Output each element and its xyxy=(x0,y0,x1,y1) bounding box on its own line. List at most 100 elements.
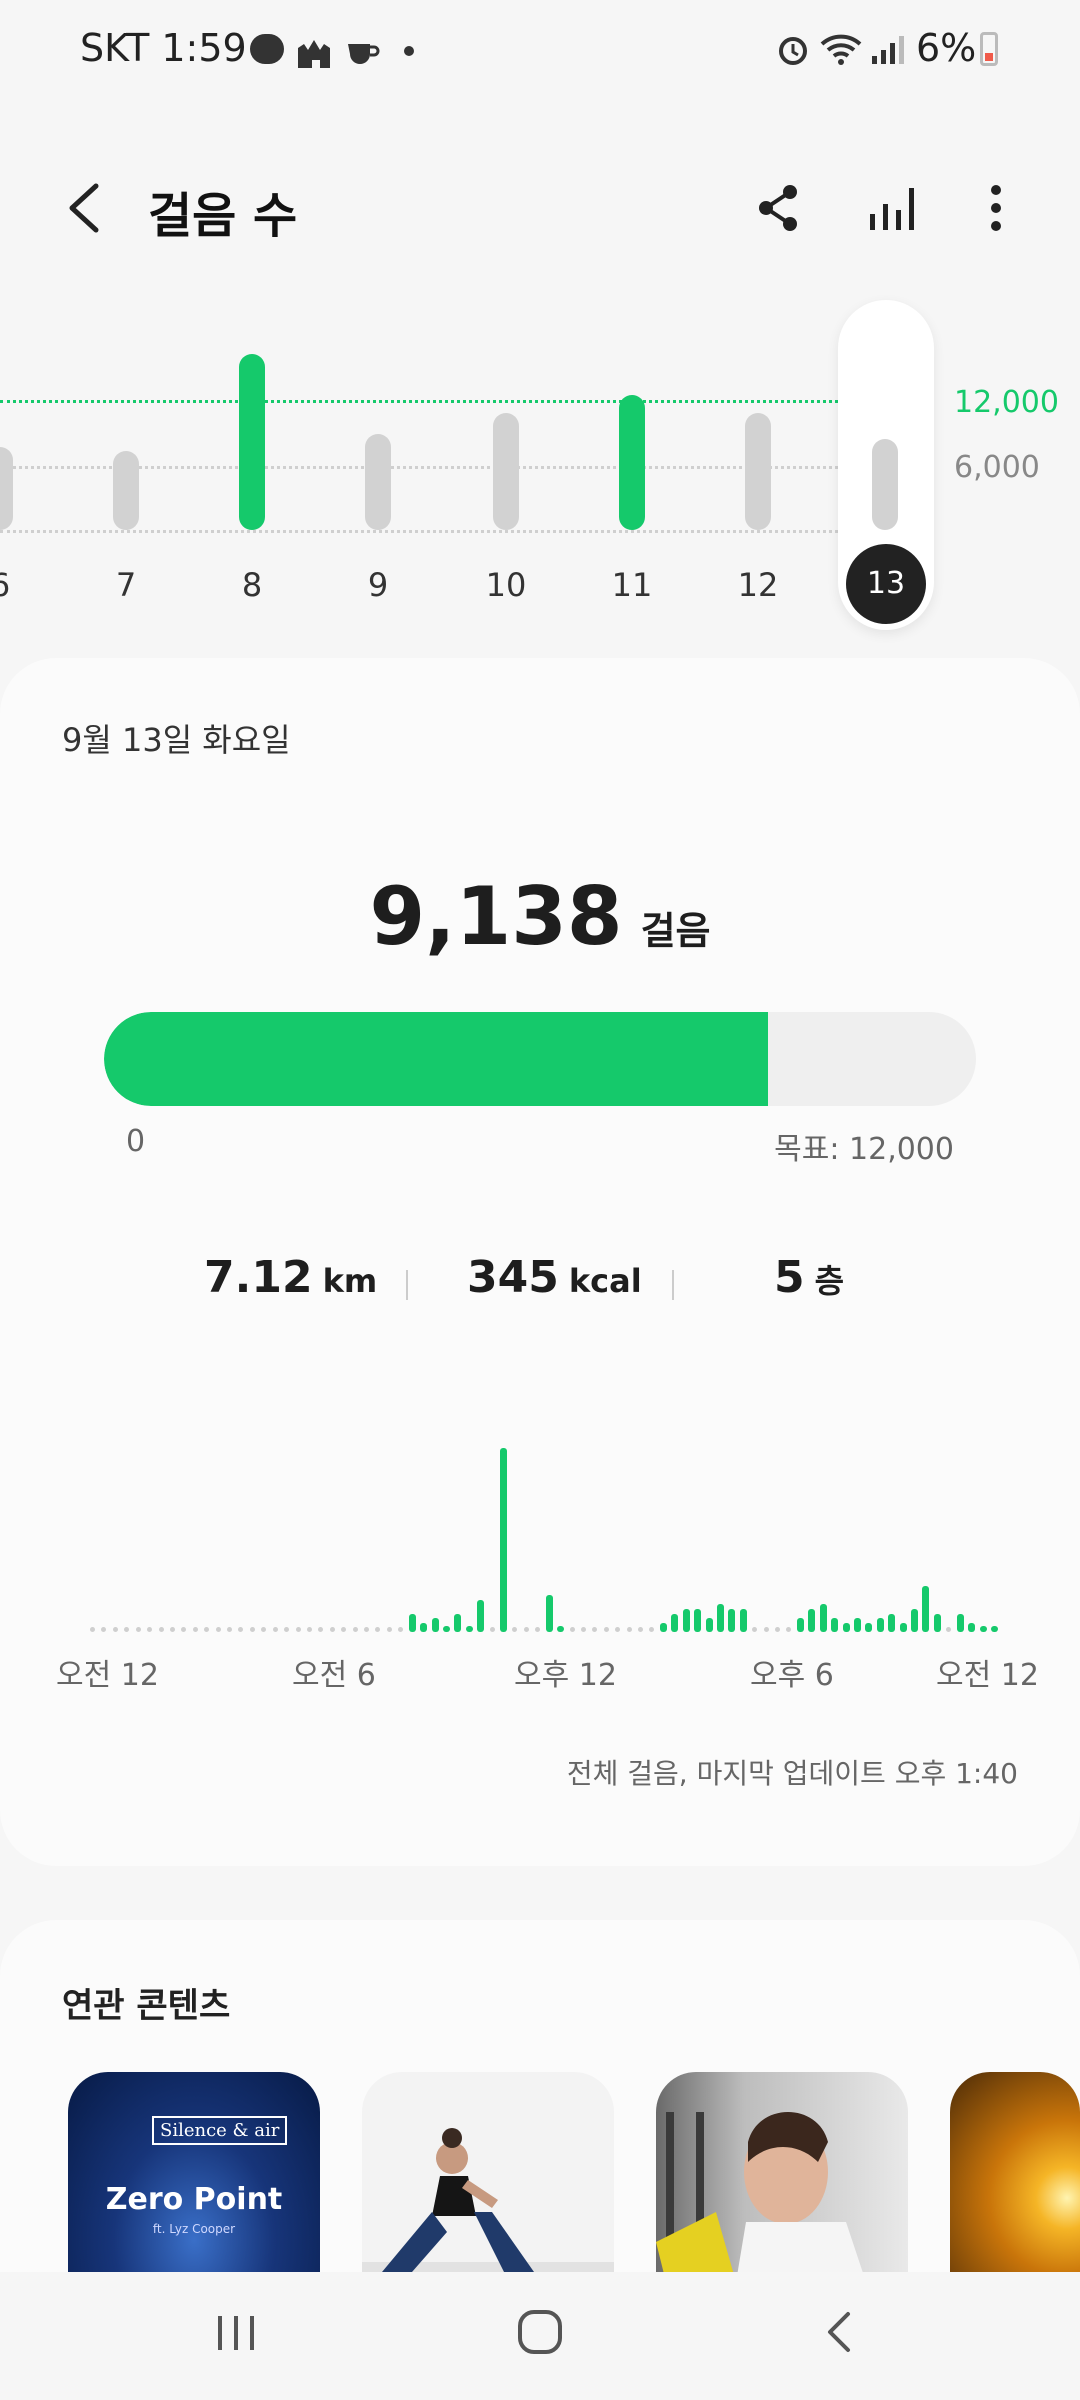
hourly-step-bar xyxy=(682,1609,690,1632)
week-bar-day-12[interactable] xyxy=(745,413,771,530)
x-label-6am: 오전 6 xyxy=(292,1658,376,1693)
goal-progress-fill xyxy=(104,1012,769,1106)
hourly-step-bar xyxy=(956,1613,964,1632)
hourly-empty-dot xyxy=(523,1627,529,1632)
zero-point-title: Zero Point xyxy=(105,2182,283,2217)
y-tick-6000: 6,000 xyxy=(954,450,1040,485)
goal-label: 목표: 12,000 xyxy=(774,1132,954,1167)
hourly-step-bar xyxy=(408,1613,416,1632)
calories-value: 345 xyxy=(467,1252,559,1303)
hourly-step-bar xyxy=(739,1609,747,1632)
hourly-step-bar xyxy=(899,1622,907,1632)
x-label-end-midnight: 오전 12 xyxy=(936,1658,1039,1693)
alarm-icon xyxy=(776,32,810,66)
hourly-step-bar xyxy=(922,1586,930,1632)
hourly-step-bar xyxy=(933,1613,941,1632)
step-count-unit: 걸음 xyxy=(640,909,711,953)
distance-stat: 7.12 km xyxy=(204,1252,377,1303)
hourly-empty-dot xyxy=(489,1627,495,1632)
hourly-step-bar xyxy=(442,1626,450,1632)
progress-start-label: 0 xyxy=(126,1124,146,1159)
floors-value: 5 xyxy=(774,1252,805,1303)
last-updated-text: 전체 걸음, 마지막 업데이트 오후 1:40 xyxy=(566,1757,1018,1790)
hourly-step-bar xyxy=(465,1626,473,1632)
related-card-zero-point[interactable]: Silence & air Zero Point ft. Lyz Cooper xyxy=(68,2072,320,2282)
week-day-label: 7 xyxy=(115,566,137,604)
hourly-step-bar xyxy=(842,1622,850,1632)
step-count-value: 9,138 xyxy=(369,870,623,963)
hourly-empty-dot xyxy=(192,1627,198,1632)
week-day-label: 9 xyxy=(367,566,389,604)
related-card-gym-video[interactable] xyxy=(656,2072,908,2282)
hourly-step-bar xyxy=(911,1609,919,1632)
x-label-midnight: 오전 12 xyxy=(56,1658,159,1693)
hourly-empty-dot xyxy=(90,1627,95,1632)
week-day-label: 11 xyxy=(611,566,653,604)
hourly-empty-dot xyxy=(227,1627,232,1632)
week-bar-day-10[interactable] xyxy=(493,413,519,530)
calories-unit: kcal xyxy=(568,1262,642,1300)
grid-line-baseline xyxy=(0,530,838,533)
coffee-notification-icon xyxy=(346,36,380,66)
hourly-step-bar xyxy=(808,1609,816,1632)
share-button[interactable] xyxy=(752,178,808,238)
page-title: 걸음 수 xyxy=(148,188,298,244)
week-bar-day-6[interactable] xyxy=(0,446,13,530)
week-day-label: 8 xyxy=(241,566,263,604)
status-time: SKT 1:59 xyxy=(80,26,247,70)
week-bar-day-8[interactable] xyxy=(239,354,265,530)
hourly-empty-dot xyxy=(352,1627,358,1632)
y-tick-goal: 12,000 xyxy=(954,385,1059,420)
zero-point-subtitle: ft. Lyz Cooper xyxy=(152,2222,236,2236)
selected-date: 9월 13일 화요일 xyxy=(62,721,291,759)
hourly-step-bar xyxy=(991,1626,998,1632)
stat-divider xyxy=(672,1270,674,1300)
hourly-step-bar xyxy=(853,1618,861,1632)
hourly-step-bar xyxy=(557,1626,565,1632)
related-card-stretching-video[interactable] xyxy=(362,2072,614,2282)
hourly-step-bar xyxy=(454,1613,462,1632)
hourly-empty-dot xyxy=(295,1627,301,1632)
castle-notification-icon xyxy=(296,34,332,68)
hourly-empty-dot xyxy=(329,1627,335,1632)
hourly-empty-dot xyxy=(386,1627,392,1632)
selected-day-circle[interactable]: 13 xyxy=(846,544,926,624)
recent-apps-button[interactable] xyxy=(212,2308,260,2358)
related-content-title: 연관 콘텐츠 xyxy=(62,1986,231,2026)
hourly-step-bar xyxy=(865,1622,873,1632)
hourly-empty-dot xyxy=(763,1627,769,1632)
hourly-empty-dot xyxy=(169,1627,175,1632)
week-bar-day-11[interactable] xyxy=(619,395,645,530)
hourly-step-bar xyxy=(888,1613,896,1632)
hourly-step-bar xyxy=(979,1626,987,1632)
signal-icon xyxy=(870,32,904,66)
hourly-step-bar xyxy=(831,1618,839,1632)
related-card-sunset[interactable] xyxy=(950,2072,1080,2282)
more-options-button[interactable] xyxy=(968,178,1024,238)
hourly-empty-dot xyxy=(112,1627,118,1632)
step-count: 9,138 걸음 xyxy=(0,870,1080,963)
x-label-6pm: 오후 6 xyxy=(750,1658,834,1693)
goal-progress-bar xyxy=(104,1012,976,1106)
hourly-step-bar xyxy=(705,1618,713,1632)
week-bar-day-7[interactable] xyxy=(113,451,139,530)
distance-value: 7.12 xyxy=(204,1252,313,1303)
week-bar-day-9[interactable] xyxy=(365,434,391,530)
x-label-noon: 오후 12 xyxy=(514,1658,617,1693)
hourly-step-bar xyxy=(694,1609,702,1632)
nav-back-button[interactable] xyxy=(820,2306,860,2358)
chart-view-button[interactable] xyxy=(864,178,920,238)
home-button[interactable] xyxy=(514,2306,566,2358)
hourly-step-bar xyxy=(671,1613,679,1632)
hourly-empty-dot xyxy=(306,1627,312,1632)
hourly-step-bar xyxy=(728,1609,736,1632)
week-bar-day-13[interactable] xyxy=(872,439,898,530)
back-button[interactable] xyxy=(60,178,108,238)
hourly-empty-dot xyxy=(603,1627,609,1632)
hourly-empty-dot xyxy=(135,1627,141,1632)
hourly-empty-dot xyxy=(364,1627,370,1632)
floors-stat: 5층 xyxy=(774,1252,844,1303)
week-day-label: 12 xyxy=(737,566,779,604)
week-day-label: 10 xyxy=(485,566,527,604)
more-notifications-dot-icon xyxy=(404,46,414,56)
